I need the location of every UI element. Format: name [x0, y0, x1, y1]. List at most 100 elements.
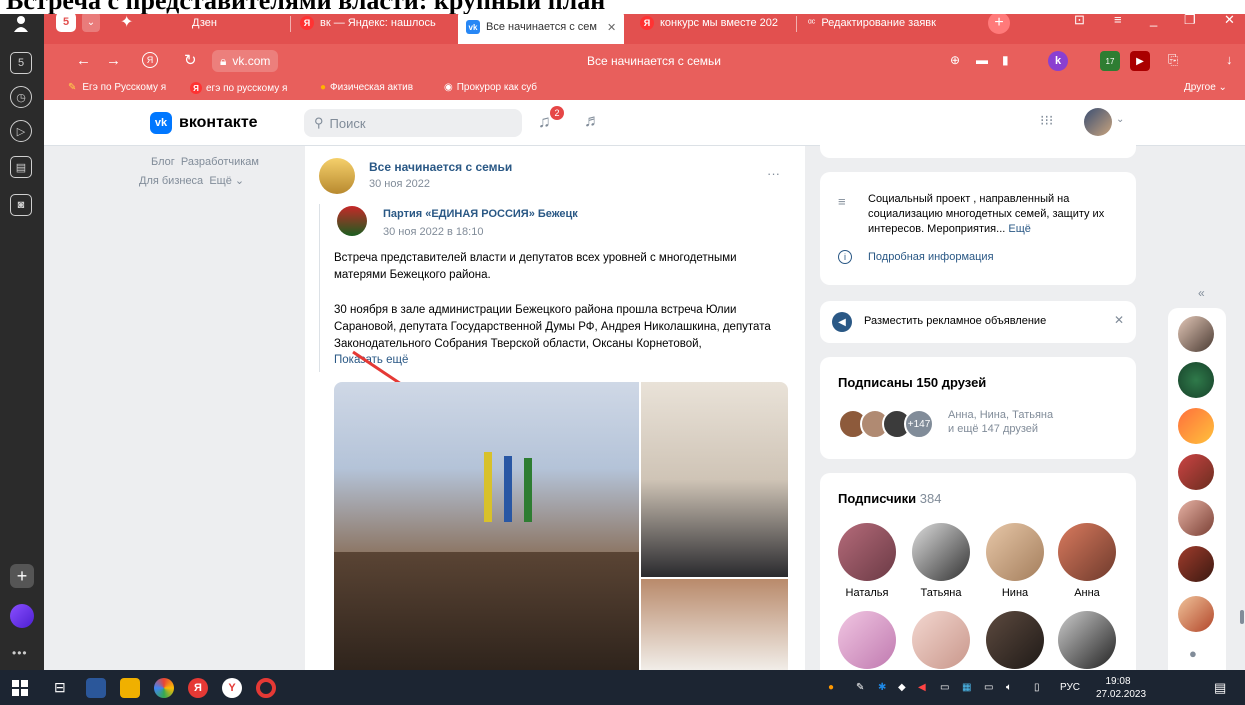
close-tab-icon[interactable]: ✕ [607, 21, 616, 34]
bookmarks-icon[interactable]: ⊡ [1074, 12, 1085, 28]
bookmark-item[interactable]: ✎ Егэ по Русскому я [68, 82, 166, 93]
chat-avatar[interactable] [1178, 408, 1214, 444]
ad-card[interactable]: ◀ Разместить рекламное объявление ✕ [820, 301, 1136, 343]
subscriber-avatar[interactable] [986, 611, 1044, 669]
monitor-icon[interactable]: ▭ [940, 682, 949, 693]
screenshot-icon[interactable]: ◙ [10, 194, 32, 216]
clock[interactable]: 19:08 27.02.2023 [1096, 675, 1146, 701]
profile-icon[interactable] [12, 14, 30, 32]
chevron-down-icon[interactable]: ⌄ [1116, 114, 1124, 125]
collections-icon[interactable]: ▤ [10, 156, 32, 178]
tab-count-badge[interactable]: 5 [56, 12, 76, 32]
yandex-browser-icon[interactable]: Я [188, 678, 208, 698]
user-avatar[interactable] [1084, 108, 1112, 136]
battery-icon[interactable]: ▯ [1034, 682, 1040, 693]
close-ad-icon[interactable]: ✕ [1114, 313, 1124, 327]
subscriber-name[interactable]: Наталья [838, 587, 896, 599]
sparkle-icon[interactable]: ✦ [120, 12, 133, 32]
subscriber-avatar[interactable] [1058, 611, 1116, 669]
task-view-icon[interactable]: ⊟ [54, 679, 66, 696]
alice-icon[interactable] [10, 604, 34, 628]
collapse-chats-icon[interactable]: « [1198, 286, 1205, 300]
url-field[interactable]: 🔒︎ vk.com [212, 50, 279, 72]
menu-icon[interactable]: ≡ [1114, 12, 1122, 27]
subscriber-avatar[interactable] [912, 523, 970, 581]
bluetooth-icon[interactable]: ✱ [878, 682, 886, 693]
restore-icon[interactable]: ❐ [1184, 12, 1196, 28]
friends-extra-badge[interactable]: +147 [904, 409, 934, 439]
subscriber-name[interactable]: Татьяна [912, 587, 970, 599]
forward-icon[interactable]: → [106, 52, 121, 69]
video-extension-icon[interactable]: ▶ [1130, 51, 1150, 71]
tab-menu-icon[interactable]: ⌄ [82, 12, 100, 32]
bookmark-item[interactable]: Яегэ по русскому я [190, 82, 287, 94]
chrome-icon[interactable] [154, 678, 174, 698]
minimize-icon[interactable]: _ [1150, 12, 1157, 27]
photo-group[interactable] [641, 382, 788, 577]
history-icon[interactable]: ◷ [10, 86, 32, 108]
tray-app-icon[interactable]: ◆ [898, 682, 906, 693]
calendar-tray-icon[interactable]: ▦ [962, 682, 971, 693]
volume-icon[interactable]: 🔈︎ [1006, 682, 1012, 693]
search-input[interactable]: ⚲ Поиск [304, 109, 522, 137]
subscriber-avatar[interactable] [986, 523, 1044, 581]
group-name[interactable]: Все начинается с семьи [369, 160, 512, 174]
business-link[interactable]: Для бизнеса [139, 175, 203, 187]
tabs-count-icon[interactable]: 5 [10, 52, 32, 74]
group-date[interactable]: 30 ноя 2022 [369, 178, 430, 190]
new-tab-button[interactable]: + [988, 12, 1010, 34]
notifications-icon[interactable]: ♫ [538, 112, 551, 132]
chat-avatar[interactable] [1178, 596, 1214, 632]
subscriber-name[interactable]: Нина [986, 587, 1044, 599]
notifications-center-icon[interactable]: ▤ [1214, 680, 1226, 696]
chat-avatar[interactable] [1178, 454, 1214, 490]
close-window-icon[interactable]: ✕ [1224, 12, 1235, 28]
reload-icon[interactable]: ↻ [184, 51, 197, 69]
vk-logo[interactable]: vk вконтакте [150, 112, 258, 134]
music-icon[interactable]: ♬ [584, 111, 601, 131]
post-menu-icon[interactable]: ··· [767, 166, 780, 181]
repost-avatar[interactable] [337, 206, 367, 236]
bookmarks-other[interactable]: Другое ⌄ [1184, 82, 1227, 93]
subscriber-avatar[interactable] [838, 611, 896, 669]
details-link[interactable]: Подробная информация [868, 251, 994, 263]
yandex-app-icon[interactable]: Y [222, 678, 242, 698]
blog-link[interactable]: Блог [151, 156, 175, 168]
bookmark-item[interactable]: ◉ Прокурор как суб [444, 82, 537, 93]
subscriber-name[interactable]: Анна [1058, 587, 1116, 599]
chat-avatar[interactable] [1178, 500, 1214, 536]
chat-icon[interactable]: ● [1189, 646, 1197, 661]
photo-meeting[interactable] [334, 382, 639, 670]
play-icon[interactable]: ▷ [10, 120, 32, 142]
chat-avatar[interactable] [1178, 316, 1214, 352]
translate-icon[interactable]: ⊕ [950, 53, 960, 67]
apps-grid-icon[interactable]: ⁝⁝⁝ [1040, 112, 1053, 129]
add-panel-icon[interactable]: + [10, 564, 34, 588]
chat-avatar[interactable] [1178, 546, 1214, 582]
language-indicator[interactable]: РУС [1060, 682, 1080, 693]
subscribers-title[interactable]: Подписчики 384 [838, 491, 941, 506]
download-icon[interactable]: ↓ [1226, 52, 1233, 67]
share-icon[interactable]: ⎘ [1168, 52, 1178, 68]
windows-start-icon[interactable] [12, 680, 28, 696]
tray-icon[interactable]: ● [828, 682, 834, 693]
more-link[interactable]: Ещё [209, 175, 232, 187]
tab-vk-active[interactable]: vk Все начинается с сем ✕ [458, 10, 624, 44]
network-icon[interactable]: ▭ [984, 682, 993, 693]
group-avatar[interactable] [319, 158, 355, 194]
subscriber-avatar[interactable] [1058, 523, 1116, 581]
yandex-home-icon[interactable]: Я [142, 52, 158, 68]
friends-title[interactable]: Подписаны 150 друзей [838, 375, 986, 390]
scrollbar-thumb[interactable] [1240, 610, 1244, 624]
file-explorer-icon[interactable] [120, 678, 140, 698]
subscriber-avatar[interactable] [912, 611, 970, 669]
repost-name[interactable]: Партия «ЕДИНАЯ РОССИЯ» Бежецк [383, 208, 578, 220]
arrow-tray-icon[interactable]: ◀ [918, 682, 926, 693]
pen-tray-icon[interactable]: ✎ [856, 682, 864, 693]
chat-avatar[interactable] [1178, 362, 1214, 398]
back-icon[interactable]: ← [76, 52, 91, 69]
calendar-extension-icon[interactable]: 17 [1100, 51, 1120, 71]
k-extension-icon[interactable]: k [1048, 51, 1068, 71]
bookmark-icon[interactable]: ▮ [1002, 53, 1009, 67]
chat-icon[interactable]: ▬ [976, 53, 988, 67]
